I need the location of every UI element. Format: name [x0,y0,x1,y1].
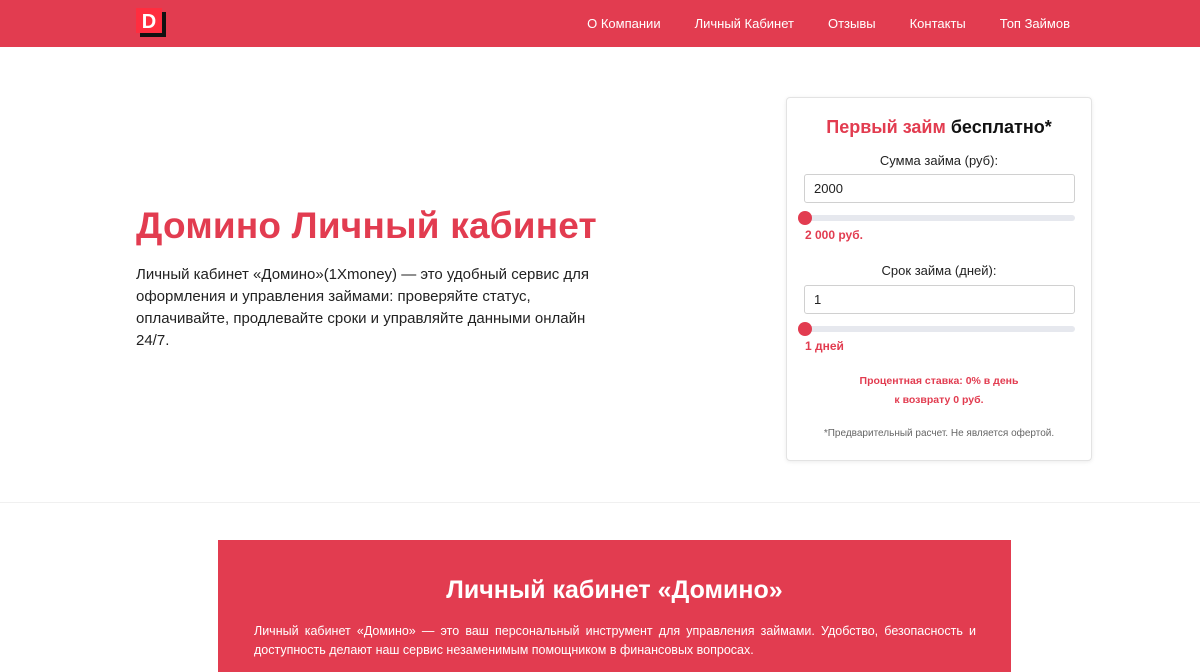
amount-slider[interactable] [798,211,1075,225]
nav-item-reviews[interactable]: Отзывы [828,16,876,31]
site-header: D О Компании Личный Кабинет Отзывы Конта… [0,0,1200,47]
logo-icon[interactable]: D [136,8,166,37]
nav-item-contacts[interactable]: Контакты [910,16,966,31]
term-label: Срок займа (дней): [881,263,997,278]
calculator-note: *Предварительный расчет. Не является офе… [823,428,1055,439]
info-section: Личный кабинет «Домино» Личный кабинет «… [218,540,1011,672]
term-display: 1 дней [805,339,844,353]
info-text: Личный кабинет «Домино» — это ваш персон… [254,624,976,657]
term-slider-thumb[interactable] [798,322,812,336]
term-slider[interactable] [798,322,1075,336]
main-nav: О Компании Личный Кабинет Отзывы Контакт… [553,0,1070,47]
page-title: Домино Личный кабинет [136,205,597,246]
rate-text: Процентная ставка: 0% в день [859,375,1019,387]
return-text: к возврату 0 руб. [894,394,984,406]
calculator-title-accent: Первый займ [826,117,946,137]
amount-display: 2 000 руб. [805,228,863,242]
nav-item-top-loans[interactable]: Топ Займов [1000,16,1070,31]
term-input[interactable] [804,285,1075,314]
section-divider [0,502,1200,503]
nav-item-account[interactable]: Личный Кабинет [695,16,794,31]
nav-item-about[interactable]: О Компании [587,16,660,31]
svg-text:D: D [142,11,156,33]
loan-calculator: Первый займ бесплатно* Сумма займа (руб)… [786,97,1092,461]
amount-label: Сумма займа (руб): [879,153,999,168]
calculator-title: Первый займ бесплатно* [787,117,1091,138]
amount-input[interactable] [804,174,1075,203]
info-title: Личный кабинет «Домино» [446,576,783,604]
amount-slider-thumb[interactable] [798,211,812,225]
calculator-title-rest: бесплатно* [945,117,1052,137]
hero-description: Личный кабинет «Домино»(1Xmoney) — это у… [136,266,590,349]
